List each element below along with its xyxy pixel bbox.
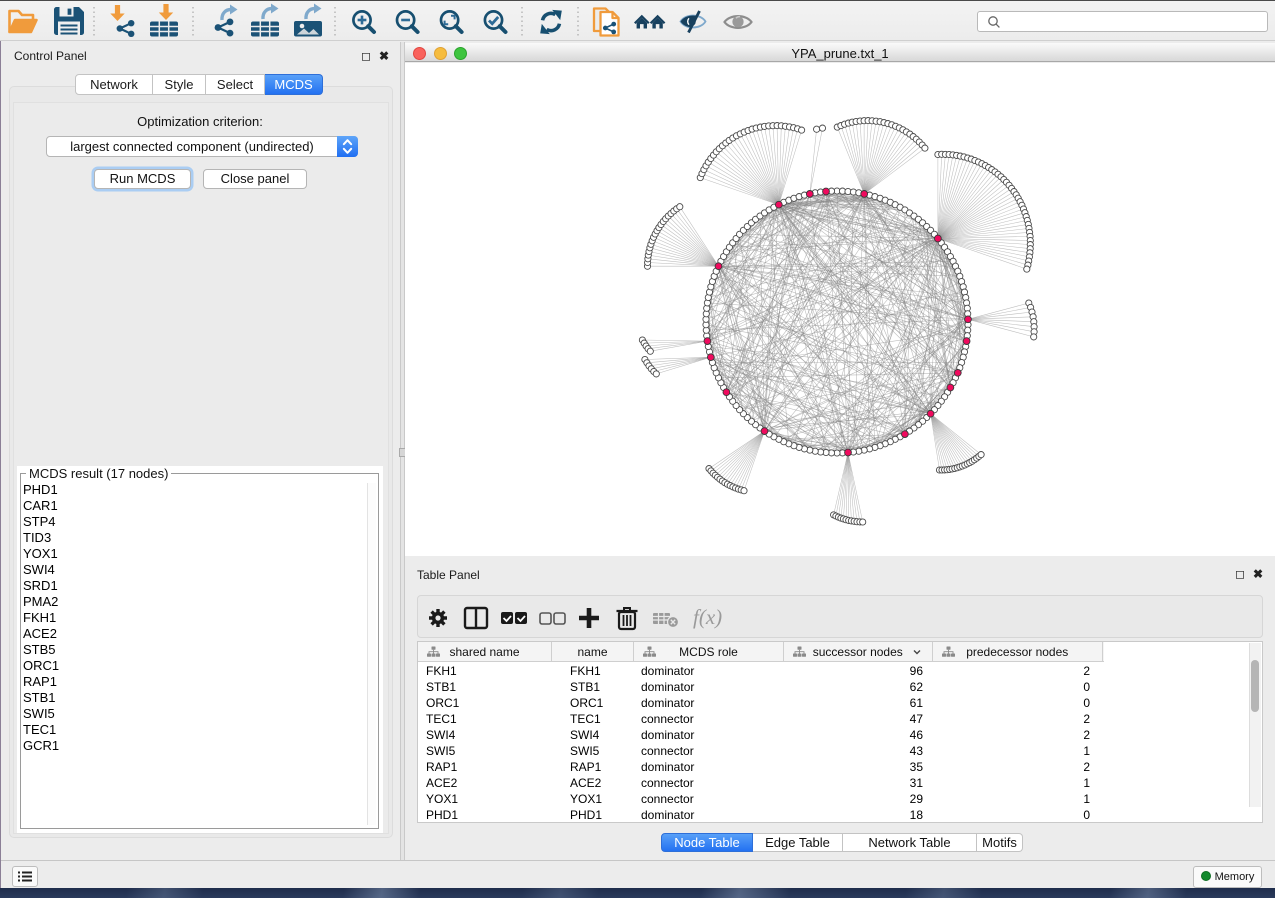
svg-text:f(x): f(x) [693,605,722,629]
